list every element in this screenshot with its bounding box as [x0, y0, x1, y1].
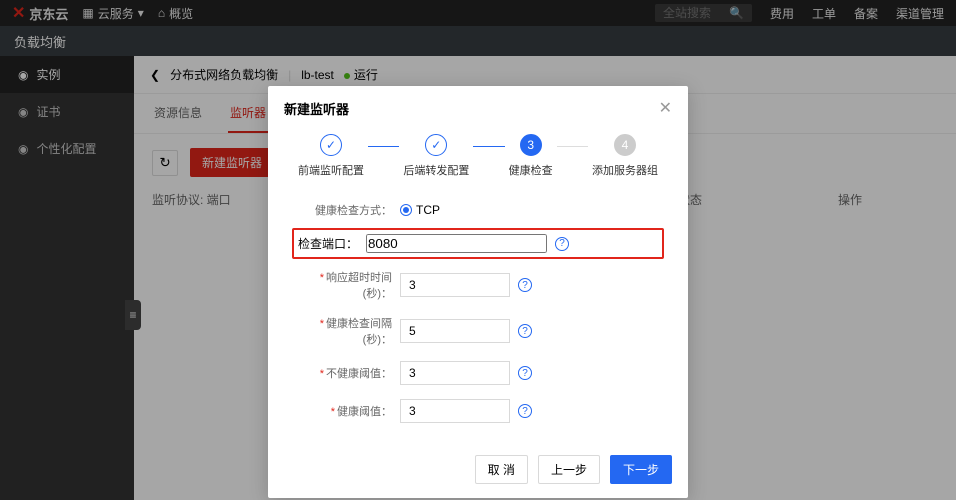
step-label: 后端转发配置 [403, 162, 469, 178]
help-icon[interactable]: ? [518, 278, 532, 292]
help-icon[interactable]: ? [518, 366, 532, 380]
healthy-input[interactable] [400, 399, 510, 423]
step-label: 添加服务器组 [592, 162, 658, 178]
method-radio-tcp[interactable]: TCP [400, 203, 440, 217]
step-label: 前端监听配置 [298, 162, 364, 178]
method-label: 健康检查方式： [292, 202, 392, 218]
timeout-input[interactable] [400, 273, 510, 297]
help-icon[interactable]: ? [555, 237, 569, 251]
port-input[interactable] [366, 234, 547, 253]
unhealthy-input[interactable] [400, 361, 510, 385]
port-row-highlight: 检查端口： ? [292, 228, 664, 259]
check-icon [425, 134, 447, 156]
step-number: 4 [614, 134, 636, 156]
help-icon[interactable]: ? [518, 324, 532, 338]
step-number: 3 [520, 134, 542, 156]
modal-title: 新建监听器 [284, 99, 349, 118]
new-listener-modal: 新建监听器 ✕ 前端监听配置 后端转发配置 3 健康检查 4 添加服务器组 健康检查… [268, 86, 688, 498]
radio-label: TCP [416, 203, 440, 217]
check-icon [320, 134, 342, 156]
prev-button[interactable]: 上一步 [538, 455, 600, 484]
health-check-form: 健康检查方式： TCP 检查端口： ? 响应超时时间(秒)： ? 健康检查间隔(… [268, 188, 688, 441]
close-icon[interactable]: ✕ [659, 98, 672, 118]
radio-dot-icon [400, 204, 412, 216]
interval-input[interactable] [400, 319, 510, 343]
unhealthy-label: 不健康阈值： [292, 365, 392, 381]
modal-footer: 取 消 上一步 下一步 [268, 441, 688, 498]
healthy-label: 健康阈值： [292, 403, 392, 419]
step-4[interactable]: 4 添加服务器组 [592, 134, 658, 178]
next-button[interactable]: 下一步 [610, 455, 672, 484]
step-3[interactable]: 3 健康检查 [509, 134, 553, 178]
step-label: 健康检查 [509, 162, 553, 178]
help-icon[interactable]: ? [518, 404, 532, 418]
cancel-button[interactable]: 取 消 [475, 455, 528, 484]
step-2[interactable]: 后端转发配置 [403, 134, 469, 178]
port-label: 检查端口： [298, 235, 358, 252]
interval-label: 健康检查间隔(秒)： [292, 315, 392, 347]
step-1[interactable]: 前端监听配置 [298, 134, 364, 178]
steps: 前端监听配置 后端转发配置 3 健康检查 4 添加服务器组 [268, 130, 688, 188]
timeout-label: 响应超时时间(秒)： [292, 269, 392, 301]
